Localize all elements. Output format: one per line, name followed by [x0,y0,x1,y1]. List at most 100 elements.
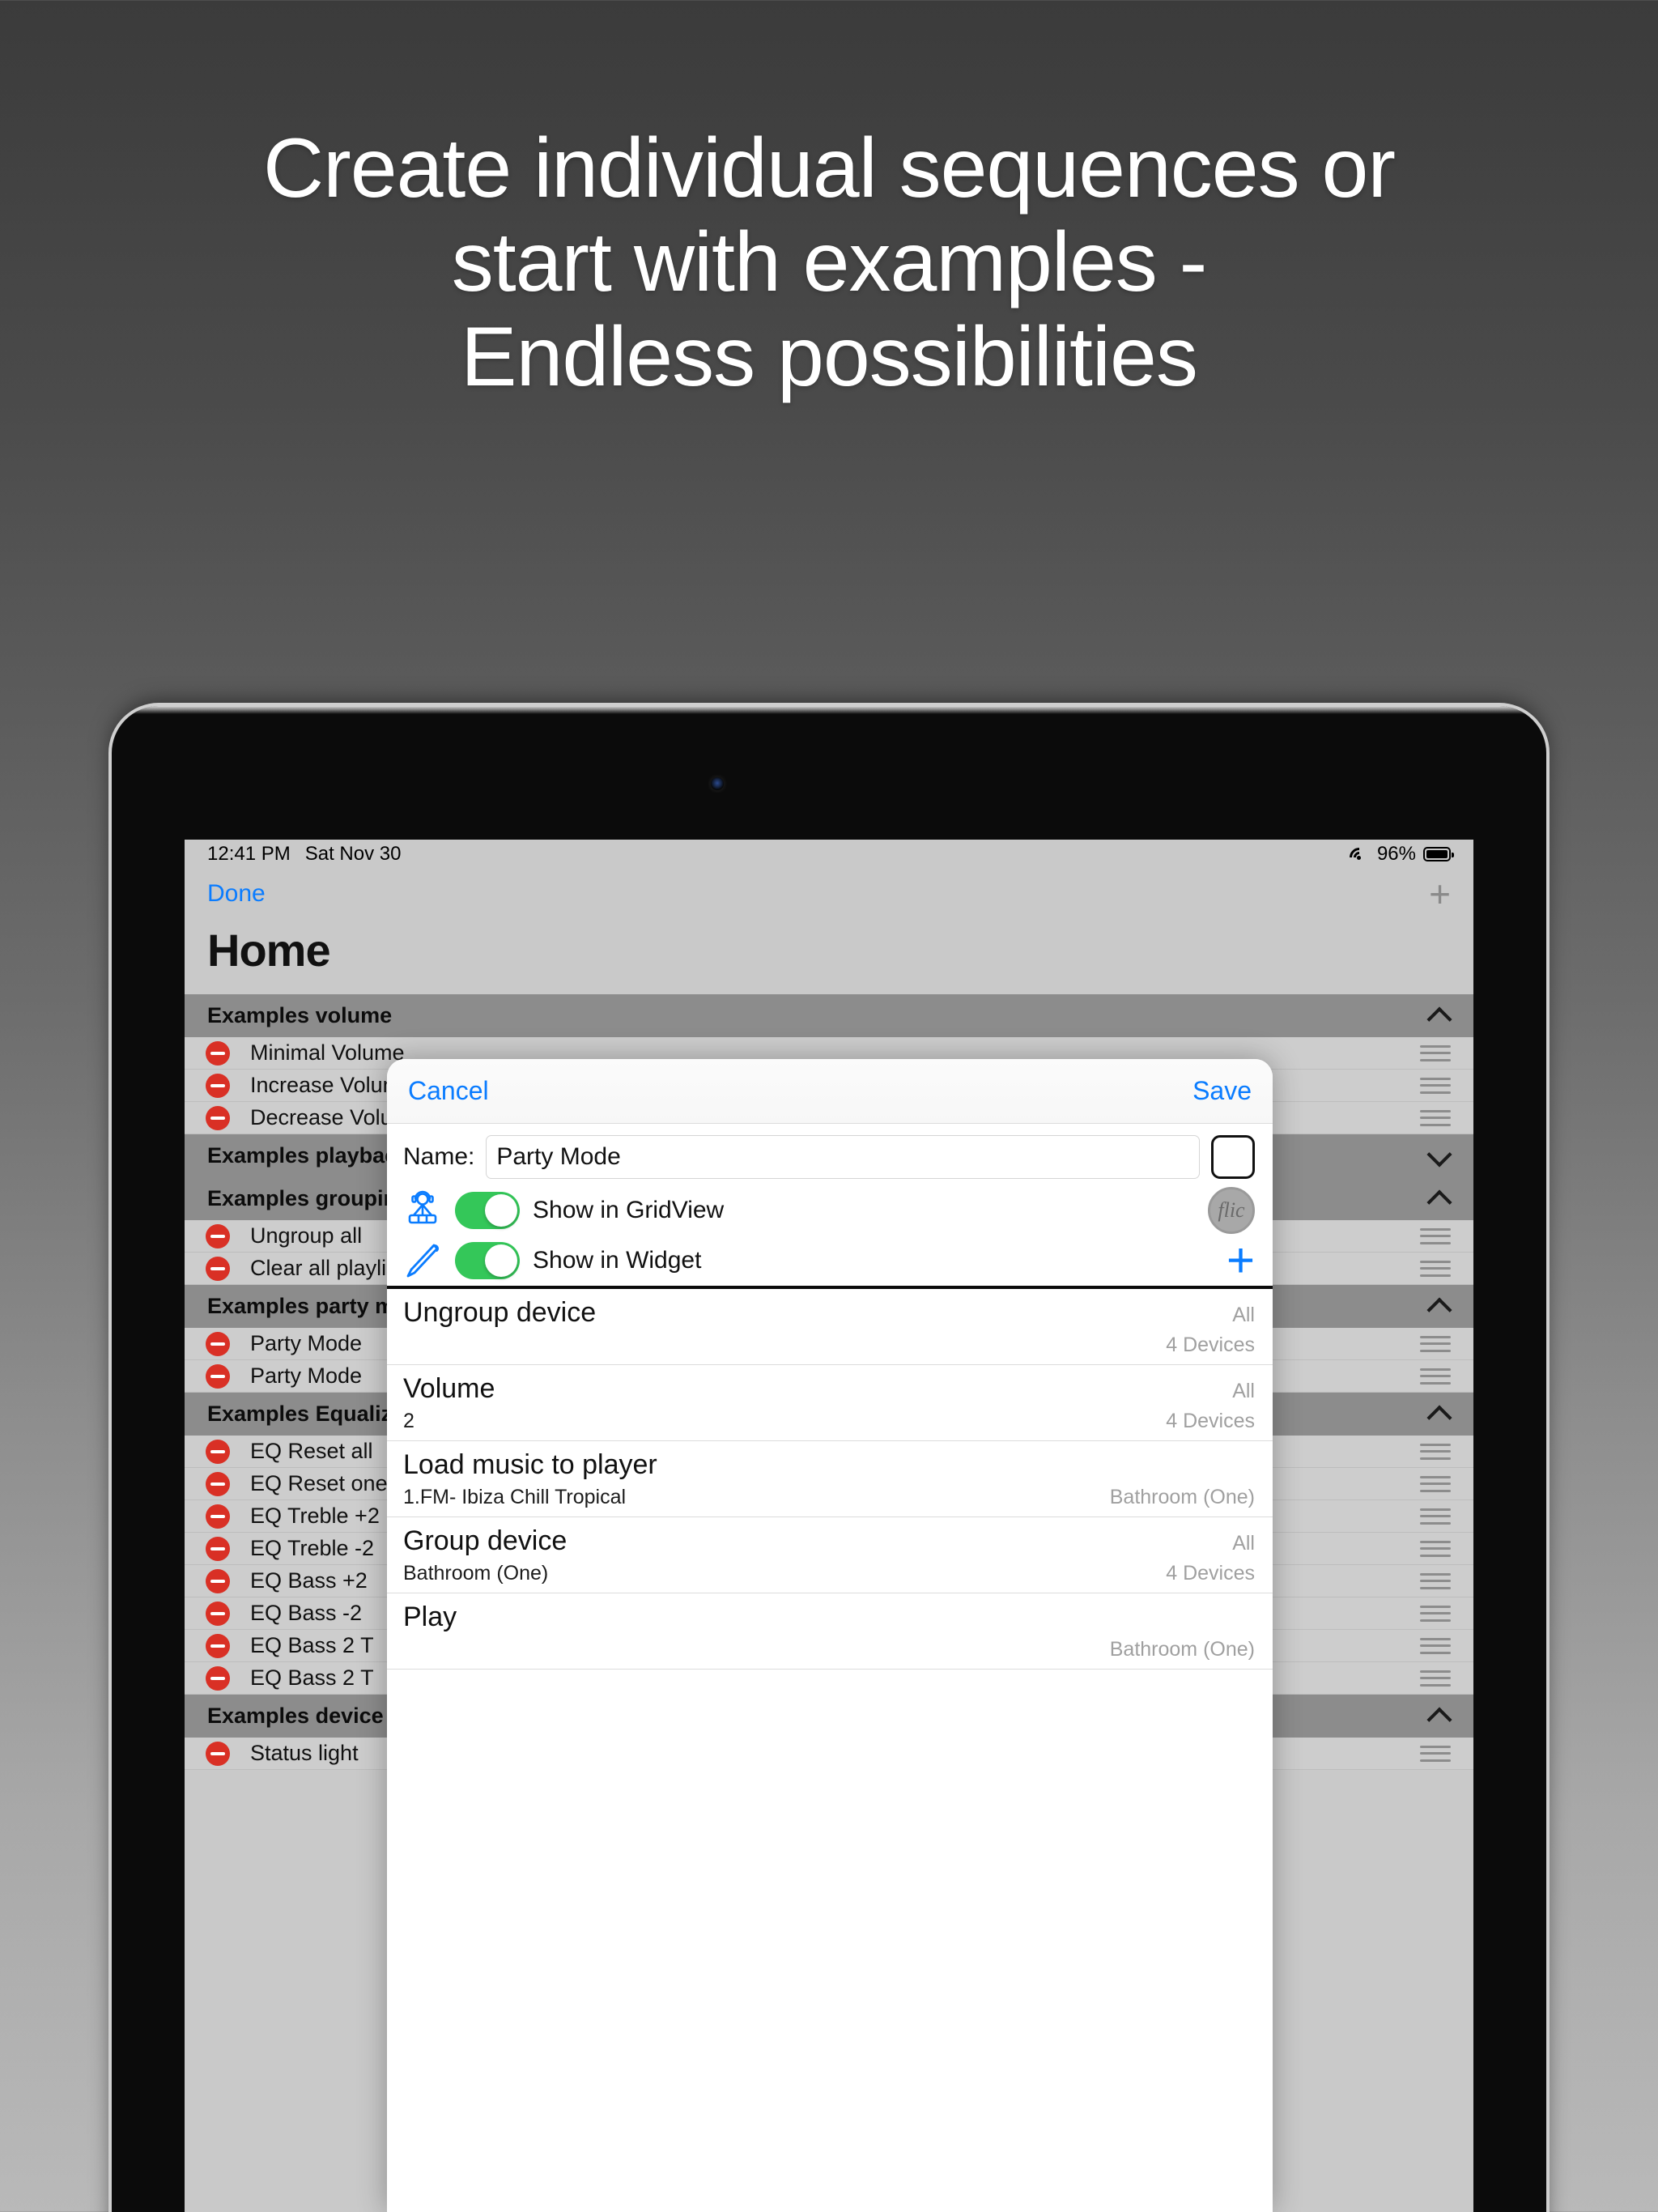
reorder-handle-icon[interactable] [1420,1745,1451,1762]
page-title: Home [185,919,1473,994]
reorder-handle-icon[interactable] [1420,1227,1451,1244]
list-item-label: EQ Reset one [250,1471,388,1495]
chevron-up-icon[interactable] [1426,1704,1451,1729]
delete-minus-icon[interactable] [206,1471,230,1496]
action-title: Group device [403,1525,568,1556]
color-swatch-button[interactable] [1211,1135,1255,1179]
headline-line-2: start with examples - [451,215,1208,310]
action-row[interactable]: Load music to player 1.FM- Ibiza Chill Tr… [387,1441,1273,1517]
action-row[interactable]: Play Bathroom (One) [387,1593,1273,1670]
section-header-label: Examples volume [207,1003,393,1027]
delete-minus-icon[interactable] [206,1223,230,1249]
delete-minus-icon[interactable] [206,1568,230,1593]
list-item-label: EQ Bass -2 [250,1601,363,1625]
cancel-button[interactable]: Cancel [408,1076,489,1106]
delete-minus-icon[interactable] [206,1536,230,1561]
delete-minus-icon[interactable] [206,1363,230,1389]
name-label: Name: [403,1143,475,1170]
action-row[interactable]: Volume All 2 4 Devices [387,1365,1273,1441]
name-input[interactable] [486,1135,1200,1179]
battery-percent: 96% [1376,843,1416,865]
reorder-handle-icon[interactable] [1420,1077,1451,1094]
headline-line-1: Create individual sequences or [263,121,1396,215]
reorder-handle-icon[interactable] [1420,1605,1451,1622]
list-item-label: Ungroup all [250,1223,363,1248]
list-item-label: EQ Bass 2 T [250,1633,374,1657]
reorder-handle-icon[interactable] [1420,1572,1451,1589]
reorder-handle-icon[interactable] [1420,1044,1451,1061]
reorder-handle-icon[interactable] [1420,1508,1451,1525]
action-subtitle: 2 [403,1410,414,1432]
section-header-label: Examples playback [207,1143,410,1168]
delete-minus-icon[interactable] [206,1331,230,1356]
delete-minus-icon[interactable] [206,1073,230,1098]
list-item-label: EQ Bass +2 [250,1568,368,1593]
headline-line-3: Endless possibilities [461,309,1198,404]
reorder-handle-icon[interactable] [1420,1109,1451,1126]
name-field-row: Name: [387,1124,1273,1185]
section-header-label: Examples Equalizer [207,1402,413,1426]
show-in-gridview-row: Show in GridView flic [387,1185,1273,1236]
action-scope: All [1232,1532,1255,1555]
action-title: Ungroup device [403,1297,597,1328]
action-list: Ungroup device All 4 Devices Volume All 2 4 De… [387,1286,1273,1670]
section-header-label: Examples device [207,1704,384,1728]
delete-minus-icon[interactable] [206,1105,230,1130]
delete-minus-icon[interactable] [206,1665,230,1691]
reorder-handle-icon[interactable] [1420,1637,1451,1654]
section-header[interactable]: Examples volume [185,994,1473,1037]
show-in-widget-toggle[interactable] [455,1242,520,1279]
navigation-bar: Done + [185,869,1473,919]
reorder-handle-icon[interactable] [1420,1540,1451,1557]
modal-toolbar: Cancel Save [387,1059,1273,1124]
action-subtitle: 1.FM- Ibiza Chill Tropical [403,1486,627,1508]
dj-person-icon [403,1190,442,1231]
delete-minus-icon[interactable] [206,1601,230,1626]
delete-minus-icon[interactable] [206,1439,230,1464]
action-title: Load music to player [403,1449,657,1480]
reorder-handle-icon[interactable] [1420,1260,1451,1277]
reorder-handle-icon[interactable] [1420,1443,1451,1460]
action-target: 4 Devices [1166,1410,1255,1432]
list-item-label: Status light [250,1741,359,1765]
add-action-button[interactable]: + [1226,1236,1255,1285]
delete-minus-icon[interactable] [206,1741,230,1766]
device-bezel-highlight [112,706,1546,714]
wifi-icon [1345,844,1373,871]
list-item-label: EQ Treble -2 [250,1536,375,1560]
edit-sequence-modal: Cancel Save Name: Show in GridView flic [387,1059,1273,2212]
front-camera-icon [711,777,724,790]
action-target: Bathroom (One) [1109,1638,1255,1661]
action-row[interactable]: Group device All Bathroom (One) 4 Devices [387,1517,1273,1593]
chevron-down-icon[interactable] [1426,1144,1451,1168]
add-button[interactable]: + [1429,875,1451,912]
action-target: 4 Devices [1166,1562,1255,1585]
delete-minus-icon[interactable] [206,1633,230,1658]
list-item-label: EQ Treble +2 [250,1504,380,1528]
list-item-label: EQ Bass 2 T [250,1665,374,1690]
pencil-icon [403,1240,442,1281]
reorder-handle-icon[interactable] [1420,1335,1451,1352]
done-button[interactable]: Done [207,880,266,908]
delete-minus-icon[interactable] [206,1504,230,1529]
reorder-handle-icon[interactable] [1420,1475,1451,1492]
chevron-up-icon[interactable] [1426,1187,1451,1211]
action-row[interactable]: Ungroup device All 4 Devices [387,1289,1273,1365]
marketing-headline: Create individual sequences or start wit… [0,121,1658,404]
save-button[interactable]: Save [1192,1076,1252,1106]
chevron-up-icon[interactable] [1426,1402,1451,1427]
show-in-widget-label: Show in Widget [533,1247,702,1274]
chevron-up-icon[interactable] [1426,1295,1451,1319]
list-item-label: EQ Reset all [250,1439,373,1463]
show-in-gridview-toggle[interactable] [455,1192,520,1229]
action-scope: All [1232,1304,1255,1326]
action-title: Play [403,1602,457,1632]
flic-button-icon[interactable]: flic [1208,1187,1255,1234]
show-in-gridview-label: Show in GridView [533,1197,725,1223]
battery-icon [1423,847,1454,861]
chevron-up-icon[interactable] [1426,1004,1451,1028]
delete-minus-icon[interactable] [206,1256,230,1281]
reorder-handle-icon[interactable] [1420,1368,1451,1385]
reorder-handle-icon[interactable] [1420,1670,1451,1687]
delete-minus-icon[interactable] [206,1040,230,1066]
